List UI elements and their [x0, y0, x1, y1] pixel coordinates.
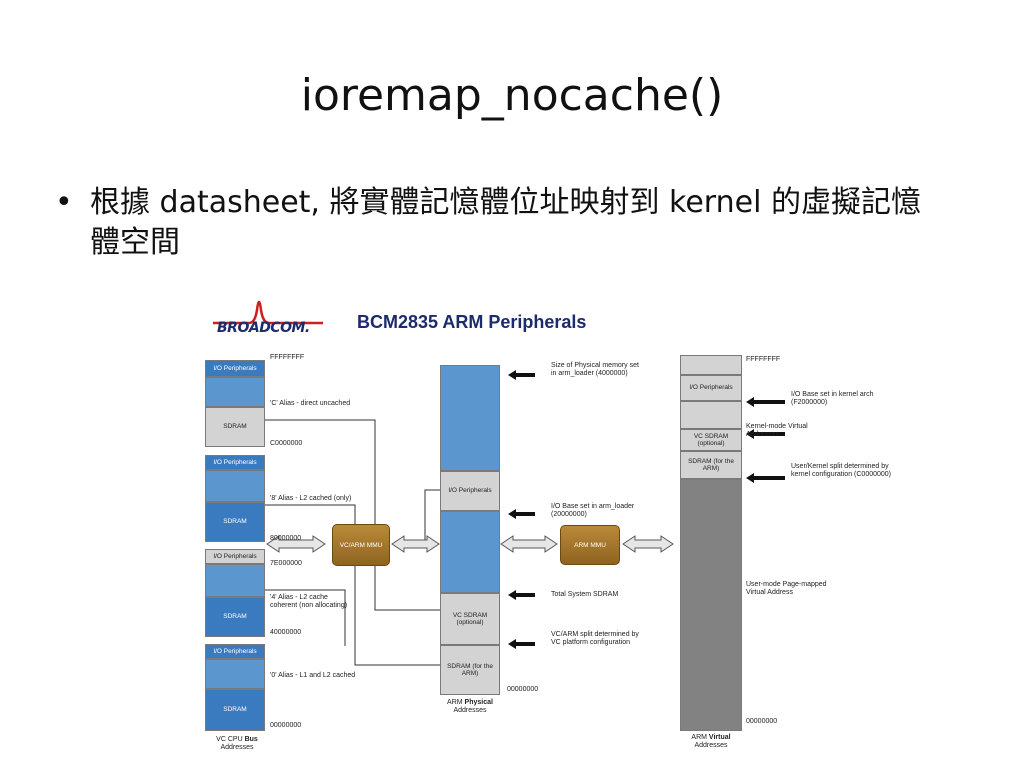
arm-virt-block — [680, 355, 742, 375]
vc-bus-block: I/O Peripherals — [205, 644, 265, 659]
double-arrow-4 — [622, 535, 674, 553]
vc-bus-block: I/O Peripherals — [205, 360, 265, 377]
bullet-dot: • — [55, 185, 73, 220]
double-arrow-2 — [391, 535, 440, 553]
arm-phys-block — [440, 365, 500, 471]
caption-text-2: Addresses — [220, 744, 254, 751]
pointer-arrow-virt-io — [746, 397, 785, 407]
vc-bus-block: SDRAM — [205, 407, 265, 447]
vc-bus-block: I/O Peripherals — [205, 549, 265, 564]
arm-virt-note: User-mode Page-mapped Virtual Address — [746, 581, 827, 596]
bullet-text: 根據 datasheet, 將實體記憶體位址映射到 kernel 的虛擬記憶體空… — [90, 185, 921, 260]
arm-phys-block: SDRAM (for the ARM) — [440, 645, 500, 695]
caption-text: VC CPU — [216, 736, 243, 743]
slide-title: ioremap_nocache() — [300, 70, 724, 121]
arm-phys-note: I/O Base set in arm_loader (20000000) — [551, 503, 635, 518]
vc-address-label: 7E000000 — [270, 560, 302, 567]
vc-bus-block: SDRAM — [205, 689, 265, 731]
arm-phys-note: Total System SDRAM — [551, 591, 619, 598]
vc-address-label: 40000000 — [270, 629, 302, 636]
arm-phys-address-label: 00000000 — [507, 686, 539, 693]
vc-address-label: FFFFFFFF — [270, 354, 305, 361]
arm-virt-caption: ARM Virtual Addresses — [680, 734, 742, 750]
vc-bus-block: I/O Peripherals — [205, 455, 265, 470]
alias-label: '4' Alias - L2 cache — [270, 594, 328, 601]
caption-text-2: Addresses — [453, 707, 487, 714]
arm-phys-note: VC/ARM split determined by VC platform c… — [551, 631, 639, 646]
vc-bus-block — [205, 470, 265, 502]
pointer-arrow-phys-split — [508, 639, 535, 649]
arm-virt-block: VC SDRAM (optional) — [680, 429, 742, 451]
arm-virt-address-label: 00000000 — [746, 718, 778, 725]
arm-phys-note: Size of Physical memory set in arm_loade… — [551, 362, 639, 377]
broadcom-logo: BROADCOM. — [217, 320, 310, 336]
arm-phys-caption: ARM Physical Addresses — [440, 699, 500, 715]
arm-virt-address-label: FFFFFFFF — [746, 356, 781, 363]
double-arrow-3 — [500, 535, 558, 553]
pointer-arrow-phys-io — [508, 509, 535, 519]
arm-virt-block — [680, 401, 742, 429]
alias-label: coherent (non allocating) — [270, 602, 348, 609]
c-alias-line — [265, 419, 440, 611]
diagram-title: BCM2835 ARM Peripherals — [357, 312, 587, 332]
arm-virt-note: Kernel-mode Virtual Addresses — [746, 423, 808, 438]
arm-phys-block: VC SDRAM (optional) — [440, 593, 500, 645]
vc-address-label: C0000000 — [270, 440, 303, 447]
caption-bold: Bus — [244, 736, 258, 743]
bcm2835-memory-map-diagram: BROADCOM. BCM2835 ARM Peripherals I/O Pe… — [195, 290, 905, 760]
caption-bold: Virtual — [708, 734, 731, 741]
arm-mmu-box: ARM MMU — [560, 525, 620, 565]
caption-text: ARM — [447, 699, 463, 706]
vc-address-label: 00000000 — [270, 722, 302, 729]
alias-label: '0' Alias - L1 and L2 cached — [270, 672, 356, 679]
caption-text-2: Addresses — [694, 742, 728, 749]
vc-bus-block — [205, 377, 265, 407]
arm-virt-block: I/O Peripherals — [680, 375, 742, 401]
vc-bus-caption: VC CPU Bus Addresses — [207, 736, 267, 752]
alias-label: 'C' Alias - direct uncached — [270, 400, 351, 407]
caption-text: ARM — [691, 734, 707, 741]
arm-phys-block: I/O Peripherals — [440, 471, 500, 511]
caption-bold: Physical — [464, 699, 493, 706]
vc-bus-block — [205, 564, 265, 597]
pointer-arrow-phys-size — [508, 370, 535, 380]
pointer-arrow-phys-total — [508, 590, 535, 600]
vc-arm-mmu-box: VC/ARM MMU — [332, 524, 390, 566]
vc-bus-block: SDRAM — [205, 502, 265, 542]
arm-virt-note: I/O Base set in kernel arch (F2000000) — [791, 391, 874, 406]
arm-phys-block — [440, 511, 500, 593]
arm-virt-block — [680, 479, 742, 731]
arm-virt-block: SDRAM (for the ARM) — [680, 451, 742, 479]
arm-virt-note: User/Kernel split determined by kernel c… — [791, 463, 892, 478]
vc-bus-block — [205, 659, 265, 689]
vc-address-label: 80000000 — [270, 535, 302, 542]
pointer-arrow-virt-split — [746, 473, 785, 483]
vc-bus-block: SDRAM — [205, 597, 265, 637]
alias-label: '8' Alias - L2 cached (only) — [270, 495, 352, 502]
